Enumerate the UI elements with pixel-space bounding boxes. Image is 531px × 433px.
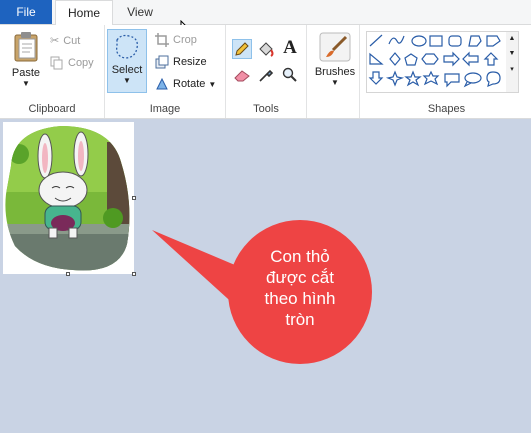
scroll-down-icon[interactable]: ▼: [506, 50, 518, 57]
crop-button[interactable]: Crop: [155, 33, 197, 47]
ribbon-tab-bar: File Home View: [0, 0, 531, 26]
shapes-group: ▲ ▼ ▾ Shapes: [362, 25, 531, 118]
paste-button[interactable]: Paste ▼: [8, 31, 44, 91]
scroll-up-icon[interactable]: ▲: [506, 35, 518, 42]
eraser-icon: [234, 70, 250, 82]
shapes-group-label: Shapes: [427, 103, 466, 115]
clipboard-group-label: Clipboard: [28, 103, 76, 115]
tools-group: A Tools: [226, 25, 307, 118]
rabbit-image: [5, 126, 130, 271]
select-button[interactable]: Select ▼: [107, 29, 147, 93]
rotate-icon: [156, 77, 168, 90]
text-a-icon: A: [283, 37, 297, 58]
resize-button[interactable]: Resize: [155, 55, 207, 69]
resize-icon: [155, 55, 169, 69]
color-picker-tool[interactable]: [256, 65, 276, 85]
magnifier-icon: [282, 67, 297, 82]
paste-label: Paste: [11, 67, 41, 79]
tools-group-label: Tools: [253, 103, 279, 115]
chevron-down-icon: ▼: [208, 79, 217, 89]
image-group-label: Image: [149, 103, 181, 115]
shape-row-2: [369, 51, 499, 67]
brushes-group: Brushes ▼: [307, 25, 360, 118]
chevron-down-icon: ▼: [331, 78, 339, 87]
pencil-tool[interactable]: [232, 39, 252, 59]
eraser-tool[interactable]: [232, 65, 252, 85]
crop-icon: [155, 33, 169, 47]
more-shapes-icon[interactable]: ▾: [506, 65, 518, 73]
clipboard-icon: [14, 32, 38, 62]
clipboard-group: Paste ▼ ✂ Cut Copy Clipboard: [0, 25, 105, 118]
image-group: Select ▼ Crop Resize Rotate ▼ Image: [105, 25, 226, 118]
copy-button[interactable]: Copy: [50, 56, 94, 70]
chevron-down-icon: ▼: [22, 79, 30, 88]
callout-text: Con thỏ được cắt theo hình tròn: [264, 247, 336, 329]
cut-button[interactable]: ✂ Cut: [50, 34, 80, 48]
brushes-button[interactable]: Brushes ▼: [313, 31, 357, 93]
paint-bucket-icon: [259, 42, 274, 57]
tab-view[interactable]: View: [115, 0, 165, 24]
copy-icon: [50, 56, 63, 70]
text-tool[interactable]: A: [280, 37, 300, 59]
eyedropper-icon: [259, 69, 274, 82]
tab-home[interactable]: Home: [55, 0, 113, 26]
paint-canvas[interactable]: [3, 122, 136, 276]
tab-file[interactable]: File: [0, 0, 52, 24]
rotate-button[interactable]: Rotate ▼: [155, 77, 216, 91]
pencil-icon: [235, 42, 249, 56]
shape-row-1: [369, 34, 501, 47]
fill-tool[interactable]: [256, 39, 276, 59]
brush-icon: [319, 32, 351, 62]
ribbon: Paste ▼ ✂ Cut Copy Clipboard Select ▼ Cr…: [0, 25, 531, 119]
shapes-scrollbar[interactable]: ▲ ▼ ▾: [506, 31, 519, 93]
chevron-down-icon: ▼: [123, 76, 131, 85]
resize-handle-corner[interactable]: [132, 272, 136, 276]
resize-handle-right[interactable]: [132, 196, 136, 200]
shapes-gallery[interactable]: [366, 31, 508, 93]
resize-handle-bottom[interactable]: [66, 272, 70, 276]
shapes-icons: [368, 34, 501, 88]
shape-row-3: [368, 70, 501, 88]
free-select-icon: [116, 34, 138, 59]
scissors-icon: ✂: [50, 35, 60, 47]
magnifier-tool[interactable]: [280, 65, 300, 85]
